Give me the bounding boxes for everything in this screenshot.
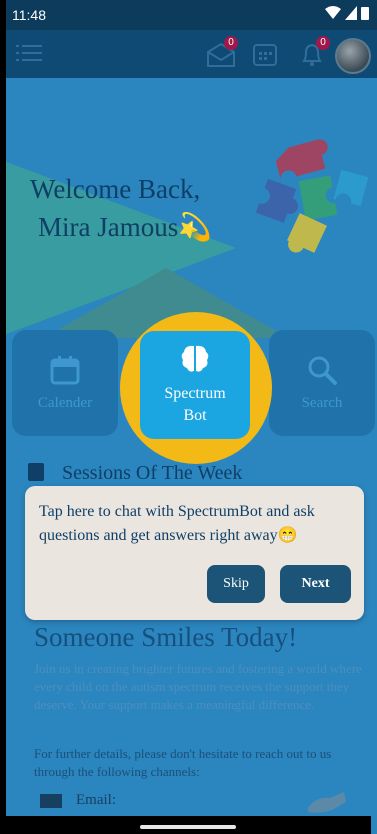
app-bar: 0 0 — [6, 30, 377, 78]
email-row[interactable]: Email: — [40, 792, 116, 809]
status-bar: 11:48 — [6, 0, 377, 30]
user-name: Mira Jamous💫 — [38, 212, 212, 242]
spectrum-bot-card[interactable]: Spectrum Bot — [140, 331, 250, 439]
home-indicator[interactable] — [140, 825, 236, 829]
next-button[interactable]: Next — [280, 565, 351, 603]
menu-icon[interactable] — [16, 42, 42, 64]
puzzle-logo-icon — [255, 139, 369, 253]
wifi-icon — [325, 6, 341, 19]
welcome-text: Welcome Back, Mira Jamous💫 — [30, 170, 212, 246]
system-nav-bar — [0, 816, 371, 834]
calendar-icon — [50, 356, 80, 385]
bot-label-line: Bot — [183, 407, 207, 424]
calendar-label: Calender — [37, 395, 93, 411]
bot-label-line: Spectrum — [164, 385, 226, 402]
status-icons — [325, 6, 369, 20]
signal-icon — [345, 6, 357, 20]
smiles-title: Someone Smiles Today! — [34, 622, 298, 652]
sessions-title: Sessions Of The Week — [62, 462, 243, 484]
welcome-line: Welcome Back, — [30, 174, 201, 204]
spectrum-bot-label: Spectrum Bot — [140, 383, 250, 427]
join-paragraph: Join us in creating brighter futures and… — [34, 661, 362, 712]
tooltip-message: Tap here to chat with SpectrumBot and as… — [39, 503, 315, 544]
search-card[interactable]: Search — [269, 330, 375, 436]
tutorial-tooltip: Tap here to chat with SpectrumBot and as… — [25, 486, 364, 620]
calendar-card[interactable]: Calender — [12, 330, 118, 436]
battery-icon — [361, 7, 369, 20]
screen: 11:48 0 0 Welcome Back, Mira Jamous💫 Cal… — [6, 0, 377, 834]
mail-badge: 0 — [224, 36, 238, 50]
notifications-button[interactable]: 0 — [298, 36, 330, 70]
hand-illustration-icon — [308, 792, 346, 813]
clock: 11:48 — [12, 7, 46, 23]
email-icon — [40, 794, 62, 808]
notification-badge: 0 — [316, 36, 330, 50]
calendar-button[interactable] — [251, 40, 281, 70]
mail-button[interactable]: 0 — [206, 36, 238, 70]
search-icon — [308, 356, 337, 385]
calendar-icon — [253, 44, 277, 66]
brain-icon — [181, 345, 209, 372]
sessions-header: Sessions Of The Week — [28, 462, 242, 485]
hero-banner: Welcome Back, Mira Jamous💫 — [6, 78, 377, 338]
skip-button[interactable]: Skip — [207, 565, 265, 603]
search-label: Search — [301, 395, 343, 411]
calendar-icon — [28, 463, 44, 481]
contact-paragraph: For further details, please don't hesita… — [34, 746, 332, 779]
email-label: Email: — [76, 792, 116, 808]
avatar[interactable] — [335, 38, 371, 74]
